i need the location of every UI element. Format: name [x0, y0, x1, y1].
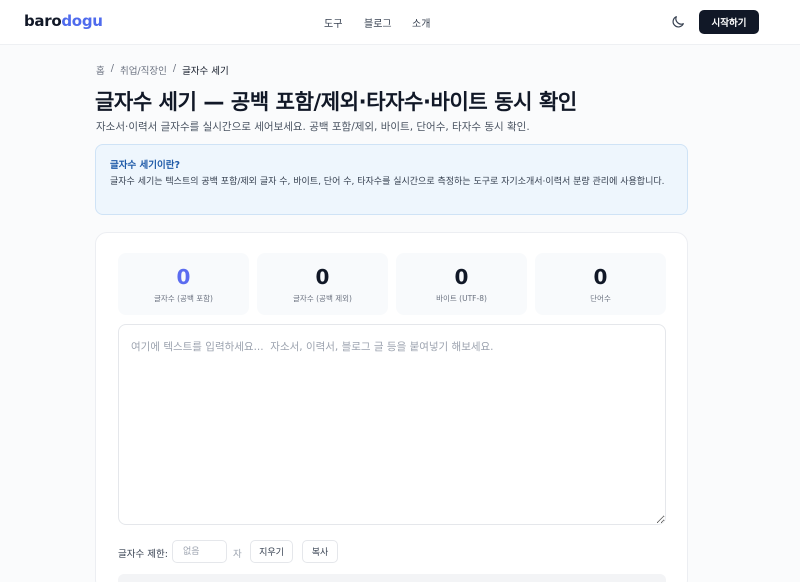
breadcrumb: 홈 / 취업/직장인 / 글자수 세기 — [96, 63, 229, 77]
results-panel-top — [118, 574, 666, 582]
stat-words: 0 단어수 — [535, 253, 666, 315]
breadcrumb-separator: / — [110, 63, 114, 74]
stat-value: 0 — [593, 265, 608, 289]
stat-value: 0 — [454, 265, 469, 289]
breadcrumb-separator: / — [172, 63, 177, 74]
char-limit-input[interactable] — [172, 540, 227, 563]
info-box: 글자수 세기이란? 글자수 세기는 텍스트의 공백 포함/제외 글자 수, 바이… — [95, 144, 688, 215]
start-button[interactable]: 시작하기 — [699, 10, 759, 34]
info-description: 글자수 세기는 텍스트의 공백 포함/제외 글자 수, 바이트, 단어 수, 타… — [110, 177, 665, 187]
char-limit-unit: 자 — [233, 549, 242, 560]
page-title: 글자수 세기 — 공백 포함/제외·타자수·바이트 동시 확인 — [95, 90, 577, 114]
logo-text-dogu: dogu — [61, 12, 103, 30]
breadcrumb-current: 글자수 세기 — [182, 66, 229, 77]
logo[interactable]: barodogu — [24, 12, 103, 30]
copy-button[interactable]: 복사 — [302, 540, 338, 563]
nav-link-tools[interactable]: 도구 — [324, 15, 342, 30]
clear-button[interactable]: 지우기 — [250, 540, 293, 563]
char-limit-label: 글자수 제한: — [118, 549, 168, 560]
top-header: barodogu 도구 블로그 소개 시작하기 — [0, 0, 800, 45]
stat-label: 바이트 (UTF-8) — [436, 294, 487, 303]
stat-bytes: 0 바이트 (UTF-8) — [396, 253, 527, 315]
stat-chars-with-spaces: 0 글자수 (공백 포함) — [118, 253, 249, 315]
info-title: 글자수 세기이란? — [110, 160, 180, 171]
moon-icon[interactable] — [670, 14, 686, 30]
stat-chars-without-spaces: 0 글자수 (공백 제외) — [257, 253, 388, 315]
breadcrumb-home[interactable]: 홈 — [96, 63, 105, 77]
nav-link-blog[interactable]: 블로그 — [364, 15, 392, 30]
stat-label: 글자수 (공백 제외) — [293, 294, 352, 303]
stat-label: 글자수 (공백 포함) — [154, 294, 213, 303]
text-input[interactable] — [118, 324, 666, 525]
logo-text-baro: baro — [24, 12, 62, 30]
stat-value: 0 — [315, 265, 330, 289]
page-subtitle: 자소서·이력서 글자수를 실시간으로 세어보세요. 공백 포함/제외, 바이트,… — [96, 121, 530, 133]
breadcrumb-category[interactable]: 취업/직장인 — [120, 63, 167, 77]
stat-label: 단어수 — [590, 294, 611, 303]
nav-link-about[interactable]: 소개 — [412, 15, 430, 30]
stat-value: 0 — [176, 265, 191, 289]
